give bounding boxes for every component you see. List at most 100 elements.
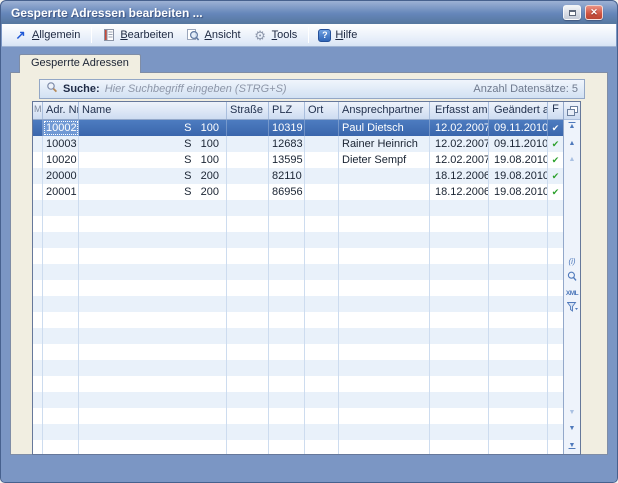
column-header-ort[interactable]: Ort	[305, 102, 339, 119]
xml-export-button[interactable]: XML	[564, 289, 580, 298]
column-header-f[interactable]: F	[548, 102, 564, 119]
cell-erfasst-am[interactable]: 12.02.2007	[430, 120, 489, 136]
table-row-empty[interactable]	[33, 376, 563, 392]
cell-ort[interactable]	[305, 168, 339, 184]
cell-marker[interactable]	[33, 168, 43, 184]
table-row-empty[interactable]	[33, 328, 563, 344]
go-last-button[interactable]: ▼	[564, 441, 580, 450]
table-row[interactable]: 20001S 200 86956 18.12.200619.08.2010✔	[33, 184, 563, 200]
tab-gesperrte-adressen[interactable]: Gesperrte Adressen	[19, 54, 141, 73]
table-row-empty[interactable]	[33, 360, 563, 376]
column-header-name[interactable]: Name	[79, 102, 227, 119]
cell-strasse[interactable]	[227, 168, 269, 184]
cell-ansprechpartner[interactable]: Paul Dietsch	[339, 120, 430, 136]
cell-geaendert-am[interactable]: 19.08.2010	[489, 168, 548, 184]
menu-item-tools[interactable]: ⚙ Tools	[248, 26, 305, 44]
table-row-empty[interactable]	[33, 440, 563, 454]
cell-name[interactable]: S 200	[79, 168, 227, 184]
table-row[interactable]: 20000S 200 82110 18.12.200619.08.2010✔	[33, 168, 563, 184]
cell-f[interactable]: ✔	[548, 152, 563, 168]
table-row-empty[interactable]	[33, 216, 563, 232]
table-row-empty[interactable]	[33, 296, 563, 312]
cell-erfasst-am[interactable]: 12.02.2007	[430, 152, 489, 168]
next-record-button[interactable]: ▼	[564, 408, 580, 417]
cell-adr-nr[interactable]: 10002	[43, 120, 79, 136]
cell-geaendert-am[interactable]: 19.08.2010	[489, 184, 548, 200]
cell-name[interactable]: S 100	[79, 136, 227, 152]
cell-erfasst-am[interactable]: 18.12.2006	[430, 184, 489, 200]
cell-geaendert-am[interactable]: 09.11.2010	[489, 136, 548, 152]
info-button[interactable]: (i)	[564, 257, 580, 266]
cell-f[interactable]: ✔	[548, 168, 563, 184]
prev-page-button[interactable]: ▲	[564, 139, 580, 148]
menu-item-bearbeiten[interactable]: Bearbeiten	[96, 26, 180, 44]
cell-ort[interactable]	[305, 152, 339, 168]
table-row-empty[interactable]	[33, 408, 563, 424]
cell-adr-nr[interactable]: 20000	[43, 168, 79, 184]
cell-adr-nr[interactable]: 10020	[43, 152, 79, 168]
cell-marker[interactable]	[33, 184, 43, 200]
column-header-plz[interactable]: PLZ	[269, 102, 305, 119]
cell-marker[interactable]	[33, 120, 43, 136]
cell-ansprechpartner[interactable]	[339, 184, 430, 200]
next-page-button[interactable]: ▼	[564, 424, 580, 433]
cell-strasse[interactable]	[227, 152, 269, 168]
cell-marker[interactable]	[33, 136, 43, 152]
table-row-empty[interactable]	[33, 264, 563, 280]
column-chooser-button[interactable]	[564, 102, 580, 120]
table-row-empty[interactable]	[33, 344, 563, 360]
cell-ansprechpartner[interactable]: Dieter Sempf	[339, 152, 430, 168]
maximize-button[interactable]	[563, 5, 581, 20]
column-header-erfasst-am[interactable]: Erfasst am	[430, 102, 489, 119]
table-row-empty[interactable]	[33, 200, 563, 216]
table-row-empty[interactable]	[33, 392, 563, 408]
cell-erfasst-am[interactable]: 18.12.2006	[430, 168, 489, 184]
cell-geaendert-am[interactable]: 19.08.2010	[489, 152, 548, 168]
table-row[interactable]: 10002S 100 10319 Paul Dietsch12.02.200709.…	[33, 120, 563, 136]
cell-marker[interactable]	[33, 152, 43, 168]
cell-strasse[interactable]	[227, 136, 269, 152]
table-row-empty[interactable]	[33, 312, 563, 328]
filter-button[interactable]	[564, 302, 580, 315]
cell-strasse[interactable]	[227, 184, 269, 200]
column-header-strasse[interactable]: Straße	[227, 102, 269, 119]
cell-ort[interactable]	[305, 120, 339, 136]
table-row-empty[interactable]	[33, 424, 563, 440]
cell-f[interactable]: ✔	[548, 120, 563, 136]
cell-ort[interactable]	[305, 184, 339, 200]
cell-plz[interactable]: 13595	[269, 152, 305, 168]
menu-item-ansicht[interactable]: Ansicht	[181, 26, 248, 44]
menu-item-allgemein[interactable]: ↗ Allgemein	[8, 26, 87, 44]
cell-adr-nr[interactable]: 10003	[43, 136, 79, 152]
cell-plz[interactable]: 86956	[269, 184, 305, 200]
column-header-marker[interactable]: M	[33, 102, 43, 119]
prev-record-button[interactable]: ▲	[564, 155, 580, 164]
cell-ort[interactable]	[305, 136, 339, 152]
cell-plz[interactable]: 10319	[269, 120, 305, 136]
cell-name[interactable]: S 100	[79, 152, 227, 168]
column-header-ansprechpartner[interactable]: Ansprechpartner	[339, 102, 430, 119]
go-first-button[interactable]: ▲	[564, 122, 580, 131]
table-row-empty[interactable]	[33, 232, 563, 248]
cell-adr-nr[interactable]: 20001	[43, 184, 79, 200]
table-row-empty[interactable]	[33, 280, 563, 296]
close-button[interactable]: ✕	[585, 5, 603, 20]
cell-f[interactable]: ✔	[548, 184, 563, 200]
column-header-adr-nr[interactable]: Adr. Nr.	[43, 102, 79, 119]
cell-erfasst-am[interactable]: 12.02.2007	[430, 136, 489, 152]
cell-ansprechpartner[interactable]	[339, 168, 430, 184]
cell-plz[interactable]: 12683	[269, 136, 305, 152]
cell-name[interactable]: S 200	[79, 184, 227, 200]
menu-item-hilfe[interactable]: ? Hilfe	[313, 27, 364, 44]
column-header-geaendert-am[interactable]: Geändert am	[489, 102, 548, 119]
search-zoom-button[interactable]	[564, 271, 580, 285]
cell-f[interactable]: ✔	[548, 136, 563, 152]
table-row[interactable]: 10003S 10012683Rainer Heinrich12.02.2007…	[33, 136, 563, 152]
cell-strasse[interactable]	[227, 120, 269, 136]
cell-plz[interactable]: 82110	[269, 168, 305, 184]
search-bar[interactable]: Suche: Hier Suchbegriff eingeben (STRG+S…	[39, 79, 585, 99]
cell-name[interactable]: S 100	[79, 120, 227, 136]
table-row-empty[interactable]	[33, 248, 563, 264]
table-row[interactable]: 10020S 100 13595 Dieter Sempf12.02.200719.…	[33, 152, 563, 168]
cell-geaendert-am[interactable]: 09.11.2010	[489, 120, 548, 136]
